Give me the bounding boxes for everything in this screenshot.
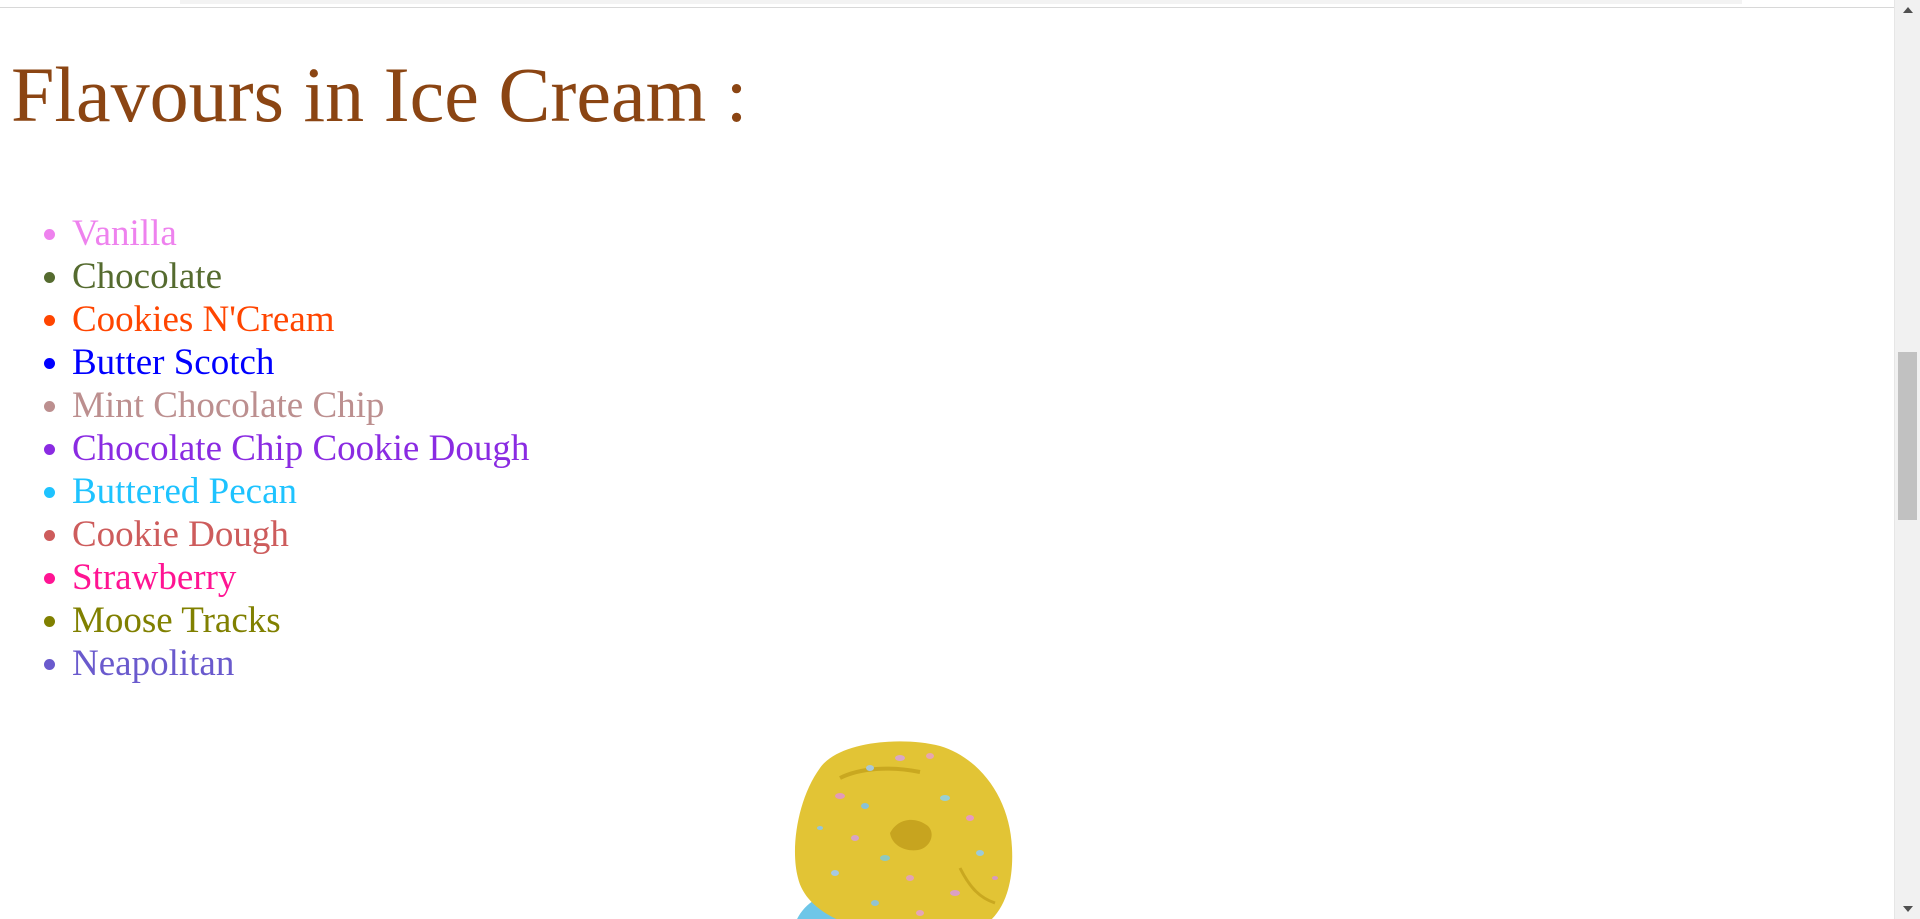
- triangle-down-icon: [1902, 906, 1913, 912]
- list-item-cookie-dough: Cookie Dough: [72, 513, 529, 556]
- list-item-chocolate-chip-cookie-dough: Chocolate Chip Cookie Dough: [72, 427, 529, 470]
- list-item-butter-scotch: Butter Scotch: [72, 341, 529, 384]
- page-content: Flavours in Ice Cream : Vanilla Chocolat…: [0, 0, 1894, 919]
- scrollbar-thumb[interactable]: [1898, 352, 1917, 520]
- vertical-scrollbar[interactable]: [1894, 0, 1920, 919]
- ice-cream-image: [794, 741, 1013, 919]
- scroll-up-button[interactable]: [1895, 0, 1920, 20]
- list-item-chocolate: Chocolate: [72, 255, 529, 298]
- list-item-cookies-n-cream: Cookies N'Cream: [72, 298, 529, 341]
- list-item-mint-chocolate-chip: Mint Chocolate Chip: [72, 384, 529, 427]
- triangle-up-icon: [1902, 7, 1913, 13]
- top-divider: [0, 0, 1894, 8]
- list-item-moose-tracks: Moose Tracks: [72, 599, 529, 642]
- list-item-strawberry: Strawberry: [72, 556, 529, 599]
- list-item-buttered-pecan: Buttered Pecan: [72, 470, 529, 513]
- scroll-down-button[interactable]: [1895, 899, 1920, 919]
- page-title: Flavours in Ice Cream :: [11, 51, 748, 138]
- list-item-vanilla: Vanilla: [72, 212, 529, 255]
- top-divider-shade: [180, 0, 1742, 4]
- list-item-neapolitan: Neapolitan: [72, 642, 529, 685]
- flavour-list: Vanilla Chocolate Cookies N'Cream Butter…: [0, 212, 529, 685]
- browser-viewport: Flavours in Ice Cream : Vanilla Chocolat…: [0, 0, 1920, 919]
